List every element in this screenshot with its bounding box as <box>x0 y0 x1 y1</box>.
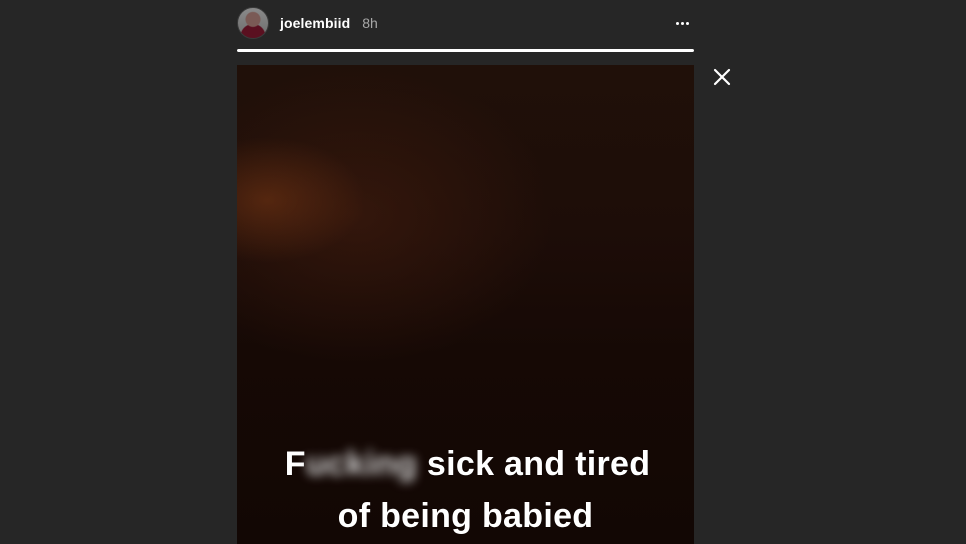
story-media[interactable]: Fucking sick and tired of being babied <box>237 65 694 544</box>
caption-censored-word: ucking <box>305 445 418 483</box>
caption-first-letter: F <box>284 445 306 483</box>
timestamp: 8h <box>362 15 378 31</box>
more-options-button[interactable] <box>671 15 693 31</box>
story-caption-line-2: of being babied <box>337 497 594 535</box>
avatar[interactable] <box>237 7 269 39</box>
close-icon <box>713 68 731 86</box>
story-viewer: joelembiid 8h Fucking sick and tired of … <box>0 0 966 544</box>
more-options-icon <box>675 21 679 25</box>
close-button[interactable] <box>711 66 733 88</box>
story-header: joelembiid 8h <box>237 6 693 40</box>
story-progress-fill <box>237 49 694 52</box>
caption-line-1-rest: sick and tired <box>417 445 651 483</box>
story-caption-line-1: Fucking sick and tired <box>239 445 694 484</box>
story-progress-bar <box>237 49 694 52</box>
username[interactable]: joelembiid <box>280 15 350 31</box>
